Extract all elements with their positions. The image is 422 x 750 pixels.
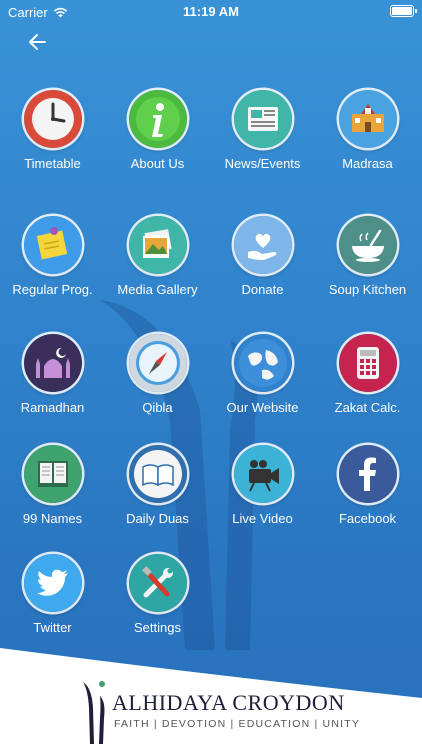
globe-icon [233, 334, 292, 392]
book-icon [23, 445, 82, 503]
tile-label: Settings [134, 620, 181, 635]
tile-our-website[interactable]: Our Website [210, 334, 315, 415]
tile-label: Ramadhan [20, 400, 85, 415]
calculator-icon [338, 334, 397, 392]
back-arrow-icon [29, 34, 46, 50]
footer-org-name: ALHIDAYA CROYDON [112, 690, 345, 715]
tile-about-us[interactable]: About Us [105, 90, 210, 171]
tile-label: Soup Kitchen [328, 282, 407, 297]
clock-icon [23, 90, 82, 148]
tile-label: Donate [241, 282, 284, 297]
compass-icon [128, 334, 187, 392]
tile-qibla[interactable]: Qibla [105, 334, 210, 415]
alhidaya-logo-icon [83, 681, 105, 744]
facebook-icon [338, 445, 397, 503]
tile-regular-prog[interactable]: Regular Prog. [0, 216, 105, 297]
tile-soup-kitchen[interactable]: Soup Kitchen [315, 216, 420, 297]
tile-madrasa[interactable]: Madrasa [315, 90, 420, 171]
tile-label: Daily Duas [126, 511, 189, 526]
settings-tools-icon [128, 554, 187, 612]
tile-facebook[interactable]: Facebook [315, 445, 420, 526]
footer-tagline: FAITH | DEVOTION | EDUCATION | UNITY [114, 718, 361, 730]
tile-label: Facebook [338, 511, 397, 526]
tile-label: 99 Names [22, 511, 83, 526]
open-book-icon [128, 445, 187, 503]
donate-heart-icon [233, 216, 292, 274]
tile-label: About Us [130, 156, 185, 171]
soup-bowl-icon [338, 216, 397, 274]
tile-daily-duas[interactable]: Daily Duas [105, 445, 210, 526]
mosque-icon [23, 334, 82, 392]
tile-live-video[interactable]: Live Video [210, 445, 315, 526]
battery-icon [390, 5, 417, 17]
twitter-icon [23, 554, 82, 612]
tile-twitter[interactable]: Twitter [0, 554, 105, 635]
tile-label: Our Website [226, 400, 299, 415]
tile-news-events[interactable]: News/Events [210, 90, 315, 171]
tile-label: Timetable [24, 156, 81, 171]
tile-ramadhan[interactable]: Ramadhan [0, 334, 105, 415]
tile-settings[interactable]: Settings [105, 554, 210, 635]
newspaper-icon [233, 90, 292, 148]
tile-label: Qibla [142, 400, 173, 415]
status-bar: Carrier 11:19 AM [0, 0, 422, 24]
back-button[interactable] [26, 30, 50, 54]
tile-label: News/Events [224, 156, 301, 171]
tile-label: Zakat Calc. [334, 400, 401, 415]
sticky-note-icon [23, 216, 82, 274]
tile-label: Regular Prog. [12, 282, 93, 297]
tile-99-names[interactable]: 99 Names [0, 445, 105, 526]
footer-banner: ALHIDAYA CROYDON FAITH | DEVOTION | EDUC… [0, 640, 422, 750]
tile-label: Media Gallery [117, 282, 198, 297]
tile-label: Twitter [33, 620, 72, 635]
school-icon [338, 90, 397, 148]
photos-icon [128, 216, 187, 274]
tile-media-gallery[interactable]: Media Gallery [105, 216, 210, 297]
info-icon [128, 90, 187, 148]
tile-donate[interactable]: Donate [210, 216, 315, 297]
tile-timetable[interactable]: Timetable [0, 90, 105, 171]
tile-label: Live Video [232, 511, 293, 526]
status-time: 11:19 AM [183, 4, 239, 19]
tile-zakat-calc[interactable]: Zakat Calc. [315, 334, 420, 415]
tile-label: Madrasa [342, 156, 393, 171]
video-camera-icon [233, 445, 292, 503]
